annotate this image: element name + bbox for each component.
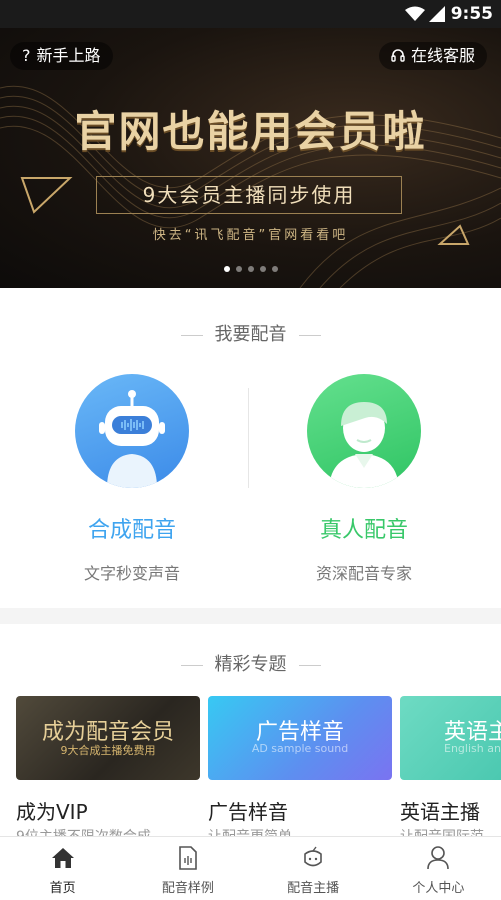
featured-topics-section: 精彩专题 成为配音会员 9大合成主播免费用 广告样音 AD sample sou…	[0, 624, 501, 836]
customer-service-button[interactable]: 在线客服	[378, 42, 487, 70]
banner-hint: 快去“讯飞配音”官网看看吧	[152, 228, 349, 243]
signal-icon	[429, 6, 445, 22]
tab-home[interactable]: 首页	[0, 837, 125, 900]
tab-anchors[interactable]: 配音主播	[251, 837, 376, 900]
human-dubbing-subtitle: 资深配音专家	[315, 564, 412, 583]
topic-card-vip[interactable]: 成为配音会员 9大合成主播免费用	[16, 696, 200, 780]
topic-subtitle-ad-sample: 让配音更简单	[208, 826, 292, 836]
topic-title-english[interactable]: 英语主播	[400, 796, 480, 825]
topics-title-text: 精彩专题	[214, 654, 287, 675]
topic-card-english[interactable]: 英语主 English an	[400, 696, 501, 780]
title-line	[180, 664, 203, 666]
wifi-icon	[405, 6, 425, 21]
service-label: 在线客服	[410, 46, 475, 65]
topic-title-ad-sample[interactable]: 广告样音	[208, 796, 288, 825]
topic-card-subtitle: English an	[444, 742, 501, 755]
topic-card-subtitle: AD sample sound	[251, 742, 349, 755]
tab-profile[interactable]: 个人中心	[376, 837, 501, 900]
title-line	[298, 334, 321, 336]
carousel-dot[interactable]	[223, 266, 230, 272]
topics-section-title: 精彩专题	[0, 650, 501, 676]
title-line	[180, 334, 203, 336]
promo-banner[interactable]: ? 新手上路 在线客服 官网也能用会员啦 9大会员主播同步使用 快去“讯飞配音”…	[0, 28, 501, 288]
tab-anchors-label: 配音主播	[287, 881, 340, 896]
question-icon: ?	[22, 46, 31, 65]
carousel-dot[interactable]	[271, 266, 278, 272]
carousel-indicator[interactable]	[0, 266, 501, 272]
status-time: 9:55	[450, 4, 493, 24]
human-dubbing-option[interactable]: 真人配音 资深配音专家	[264, 374, 464, 584]
user-icon	[427, 846, 450, 870]
person-icon	[307, 374, 421, 488]
status-bar: 9:55	[0, 0, 501, 28]
banner-subline: 9大会员主播同步使用	[96, 176, 402, 214]
tab-profile-label: 个人中心	[412, 881, 465, 896]
status-icons	[405, 6, 445, 22]
carousel-dot[interactable]	[259, 266, 266, 272]
topic-card-subtitle: 9大合成主播免费用	[60, 744, 156, 757]
robot-icon	[75, 374, 189, 488]
topic-card-ad-sample[interactable]: 广告样音 AD sample sound	[208, 696, 392, 780]
audio-file-icon	[179, 846, 197, 870]
topic-subtitle-vip: 9位主播不限次数合成	[16, 826, 151, 836]
tab-home-label: 首页	[49, 881, 76, 896]
title-line	[298, 664, 321, 666]
synthetic-dubbing-subtitle: 文字秒变声音	[83, 564, 180, 583]
synthetic-dubbing-option[interactable]: 合成配音 文字秒变声音	[32, 374, 232, 584]
dubbing-divider	[248, 388, 249, 488]
tab-dubbing-samples[interactable]: 配音样例	[125, 837, 250, 900]
topic-title-vip[interactable]: 成为VIP	[16, 796, 88, 825]
tab-dubbing-samples-label: 配音样例	[161, 881, 214, 896]
anchor-face-icon	[304, 846, 322, 867]
bottom-tab-bar: 首页 配音样例 配音主播 个人中心	[0, 836, 501, 900]
carousel-dot[interactable]	[247, 266, 254, 272]
dubbing-section-title: 我要配音	[0, 320, 501, 346]
human-dubbing-title: 真人配音	[319, 518, 408, 543]
synthetic-dubbing-title: 合成配音	[87, 518, 176, 543]
dubbing-title-text: 我要配音	[214, 324, 287, 345]
dubbing-section: 我要配音 合成配音 文字秒变声音 真人配音 资深配音专家	[0, 288, 501, 608]
home-icon	[51, 848, 74, 868]
help-label: 新手上路	[36, 46, 101, 65]
banner-headline: 官网也能用会员啦	[74, 107, 427, 156]
topic-subtitle-english: 让配音国际范	[400, 826, 484, 836]
help-button[interactable]: ? 新手上路	[10, 42, 113, 70]
headset-icon	[391, 49, 405, 62]
carousel-dot[interactable]	[235, 266, 242, 272]
